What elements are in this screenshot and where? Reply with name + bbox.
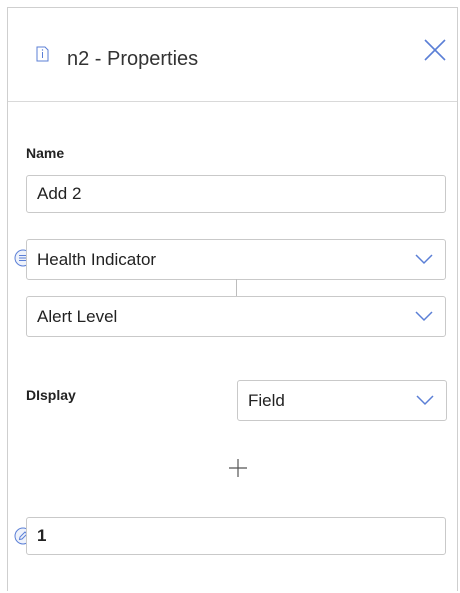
add-icon[interactable] [227,457,249,479]
display-select[interactable]: Field [237,380,447,421]
alert-level-select[interactable]: Alert Level [26,296,446,337]
document-info-icon [36,46,49,62]
name-input[interactable]: Add 2 [26,175,446,213]
health-indicator-select[interactable]: Health Indicator [26,239,446,280]
panel-header: n2 - Properties [8,8,457,102]
panel-title: n2 - Properties [67,48,199,70]
name-label: Name [26,145,65,161]
display-label: DIsplay [26,387,76,403]
health-indicator-value: Health Indicator [37,249,157,269]
chevron-down-icon [416,394,434,405]
connector-line [236,279,237,296]
chevron-down-icon [415,310,433,321]
alert-level-value: Alert Level [37,306,118,326]
value-input[interactable]: 1 [26,517,446,555]
chevron-down-icon [415,253,433,264]
close-icon[interactable] [422,37,448,63]
display-value: Field [248,390,285,410]
